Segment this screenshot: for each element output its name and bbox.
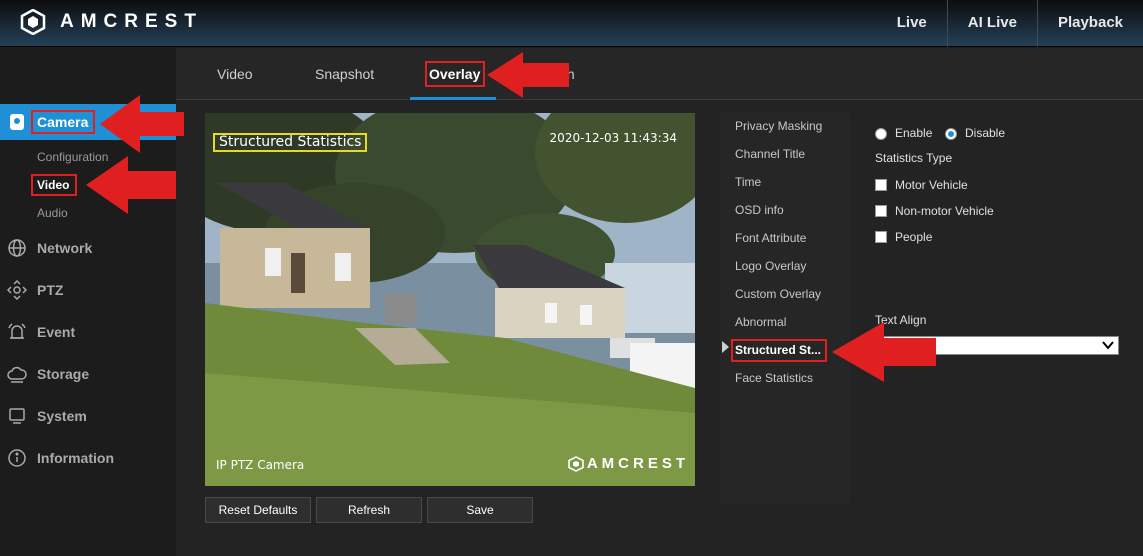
text-align-value: Left [879,338,901,353]
cloud-icon [6,363,28,385]
watermark-text: AMCREST [586,455,689,472]
text-align-select[interactable]: Left [875,336,1119,355]
save-button[interactable]: Save [427,497,533,523]
enable-label: Enable [895,126,933,140]
amcrest-logo: AMCREST [20,9,203,35]
non-motor-vehicle-checkbox[interactable] [875,205,887,217]
disable-radio[interactable] [945,128,957,140]
ptz-icon [6,279,28,301]
osd-title: Structured Statistics [213,133,368,152]
sidebar-item-system[interactable]: System [0,398,176,434]
submenu-logo-overlay[interactable]: Logo Overlay [735,259,806,273]
submenu-time[interactable]: Time [735,175,761,189]
info-icon [6,447,28,469]
top-nav: Live AI Live Playback [877,0,1143,47]
selected-arrow-icon [722,341,729,353]
statistics-type-label: Statistics Type [875,151,953,165]
sidebar-item-label: PTZ [37,282,64,298]
submenu-font-attribute[interactable]: Font Attribute [735,231,806,245]
camera-icon [6,111,28,133]
globe-icon [6,237,28,259]
people-label: People [895,230,933,244]
submenu-structured-statistics[interactable]: Structured St... [735,343,821,357]
settings-panel: Enable Disable Statistics Type Motor Veh… [850,113,1143,503]
sidebar-sub-video[interactable]: Video [37,178,69,192]
video-preview: Structured Statistics 2020-12-03 11:43:3… [205,113,695,486]
submenu-channel-title[interactable]: Channel Title [735,147,805,161]
monitor-icon [6,405,28,427]
enable-radio[interactable] [875,128,887,140]
osd-camera-name: IP PTZ Camera [216,458,305,472]
disable-label: Disable [965,126,1006,140]
sidebar-item-storage[interactable]: Storage [0,356,176,392]
submenu-privacy-masking[interactable]: Privacy Masking [735,119,822,133]
nav-live[interactable]: Live [877,0,947,47]
sidebar-item-label: Camera [37,114,89,130]
sidebar-item-label: System [37,408,87,424]
active-tab-indicator [410,97,496,100]
sidebar-item-label: Network [37,240,93,256]
top-header: AMCREST Live AI Live Playback [0,0,1143,47]
sidebar: Camera Configuration Video Audio Network… [0,48,184,556]
sidebar-item-event[interactable]: Event [0,314,176,350]
camera-scene [205,113,695,486]
nav-ai-live[interactable]: AI Live [946,0,1037,47]
sidebar-item-camera[interactable]: Camera [0,104,184,140]
osd-timestamp: 2020-12-03 11:43:34 [549,131,677,145]
chevron-down-icon [1102,341,1114,350]
main-content: Video Snapshot Overlay th Structured Sta… [176,48,1143,556]
sidebar-item-information[interactable]: Information [0,440,176,476]
motor-vehicle-checkbox[interactable] [875,179,887,191]
sidebar-item-network[interactable]: Network [0,230,176,266]
tab-snapshot[interactable]: Snapshot [315,48,374,100]
nav-playback[interactable]: Playback [1036,0,1143,47]
tab-overlay[interactable]: Overlay [429,48,480,100]
reset-defaults-button[interactable]: Reset Defaults [205,497,311,523]
amcrest-watermark-icon [568,455,584,472]
submenu-abnormal[interactable]: Abnormal [735,315,786,329]
motor-vehicle-label: Motor Vehicle [895,178,968,192]
tab-bar: Video Snapshot Overlay th [176,48,1143,100]
people-checkbox[interactable] [875,231,887,243]
refresh-button[interactable]: Refresh [316,497,422,523]
sidebar-sub-audio[interactable]: Audio [37,206,68,220]
sidebar-item-label: Information [37,450,114,466]
submenu-custom-overlay[interactable]: Custom Overlay [735,287,821,301]
sidebar-item-label: Storage [37,366,90,382]
non-motor-vehicle-label: Non-motor Vehicle [895,204,994,218]
osd-watermark: AMCREST [568,455,689,472]
text-align-label: Text Align [875,313,927,327]
submenu-face-statistics[interactable]: Face Statistics [735,371,813,385]
sidebar-sub-configuration[interactable]: Configuration [37,150,108,164]
sidebar-item-ptz[interactable]: PTZ [0,272,176,308]
tab-video[interactable]: Video [217,48,253,100]
amcrest-logo-icon [20,9,46,35]
brand-name: AMCREST [60,11,203,32]
overlay-submenu: Privacy Masking Channel Title Time OSD i… [720,113,850,503]
alarm-icon [6,321,28,343]
tab-path[interactable]: th [563,48,575,100]
sidebar-item-label: Event [37,324,76,340]
submenu-osd-info[interactable]: OSD info [735,203,784,217]
